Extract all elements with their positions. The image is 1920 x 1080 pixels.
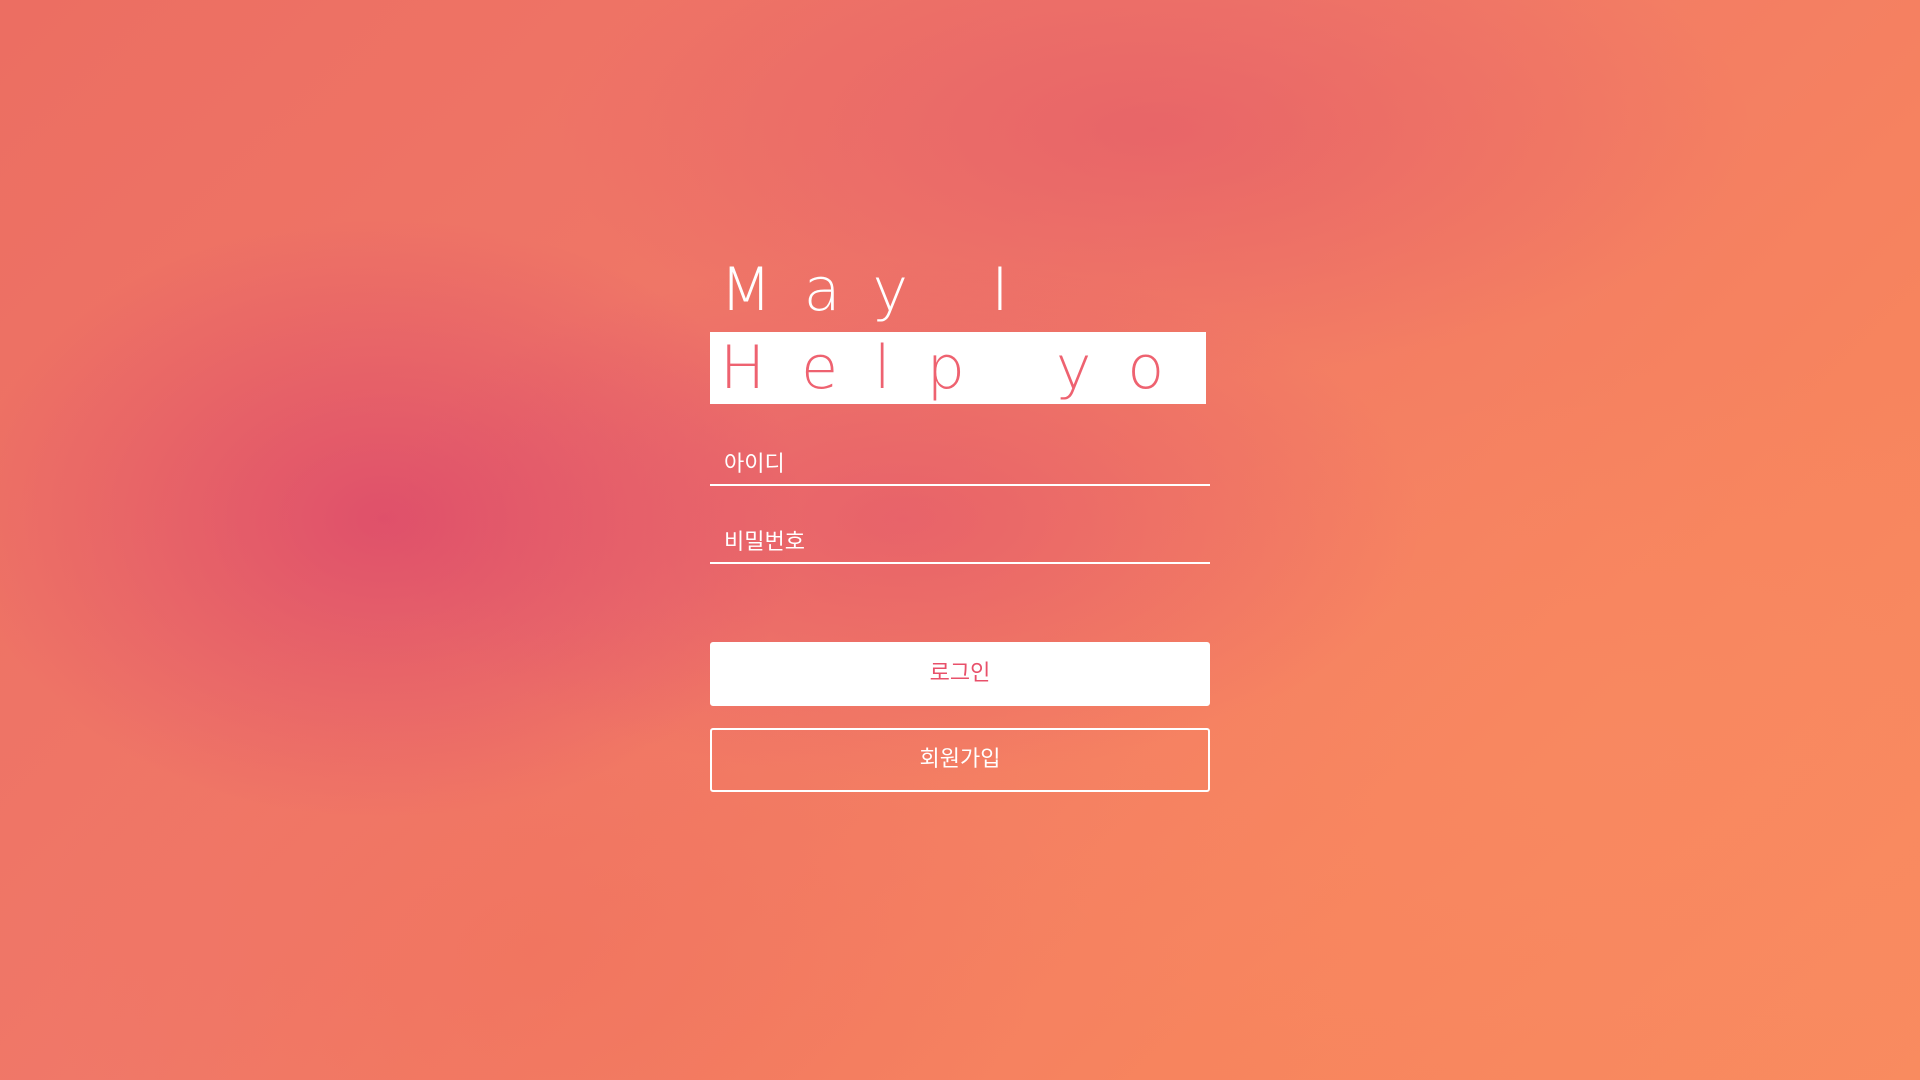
id-input[interactable] <box>710 444 1210 484</box>
headline-line-2: Help you? <box>710 332 1206 404</box>
headline-line-1: May I <box>720 255 1041 325</box>
password-input[interactable] <box>710 522 1210 562</box>
password-field <box>710 522 1210 564</box>
login-button[interactable]: 로그인 <box>710 642 1210 706</box>
signup-button[interactable]: 회원가입 <box>710 728 1210 792</box>
login-panel: May I Help you? 로그인 회원가입 <box>710 250 1210 792</box>
id-field <box>710 444 1210 486</box>
